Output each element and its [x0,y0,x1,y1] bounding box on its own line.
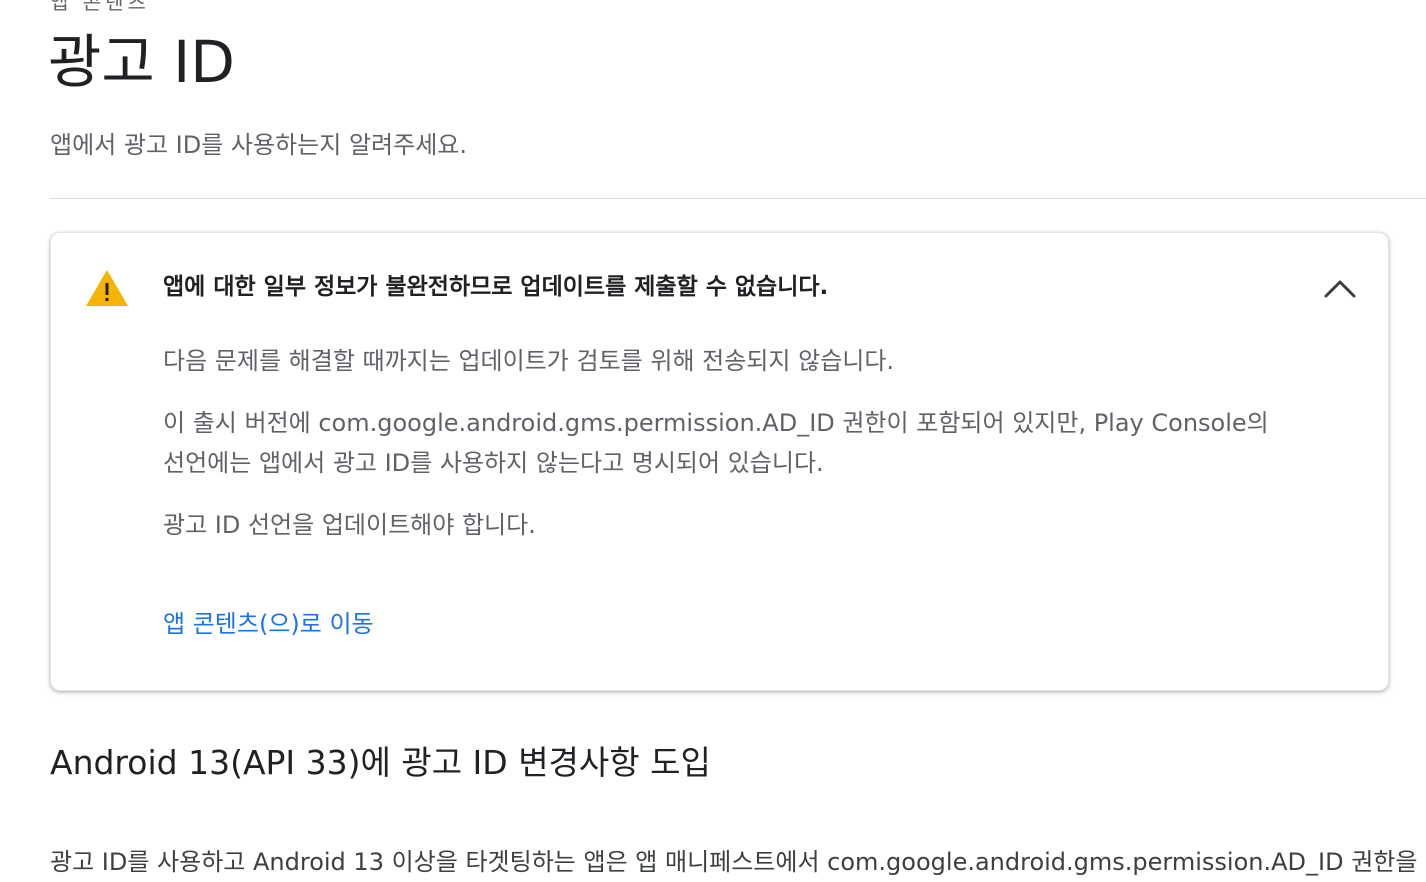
section-text: 광고 ID를 사용하고 Android 13 이상을 타겟팅하는 앱은 앱 매니… [50,848,1426,876]
section-heading: Android 13(API 33)에 광고 ID 변경사항 도입 [50,743,711,782]
warning-card: 앱에 대한 일부 정보가 불완전하므로 업데이트를 제출할 수 없습니다. 다음… [50,232,1389,691]
go-to-app-content-link[interactable]: 앱 콘텐츠(으)로 이동 [163,604,374,644]
divider [50,198,1426,199]
warning-title: 앱에 대한 일부 정보가 불완전하므로 업데이트를 제출할 수 없습니다. [163,274,829,300]
page-title: 광고 ID [48,28,235,96]
collapse-button[interactable] [1320,269,1360,309]
warning-body: 다음 문제를 해결할 때까지는 업데이트가 검토를 위해 전송되지 않습니다. … [163,341,1283,567]
page-subtitle: 앱에서 광고 ID를 사용하는지 알려주세요. [50,131,467,159]
warning-paragraph-1: 다음 문제를 해결할 때까지는 업데이트가 검토를 위해 전송되지 않습니다. [163,347,895,375]
warning-paragraph-3: 광고 ID 선언을 업데이트해야 합니다. [163,511,536,539]
breadcrumb[interactable]: 앱 콘텐츠 [50,0,150,15]
warning-paragraph-2: 이 출시 버전에 com.google.android.gms.permissi… [163,409,1269,477]
warning-icon [85,269,129,307]
page: 앱 콘텐츠 광고 ID 앱에서 광고 ID를 사용하는지 알려주세요. 앱에 대… [0,0,1426,882]
chevron-up-icon [1320,280,1360,312]
